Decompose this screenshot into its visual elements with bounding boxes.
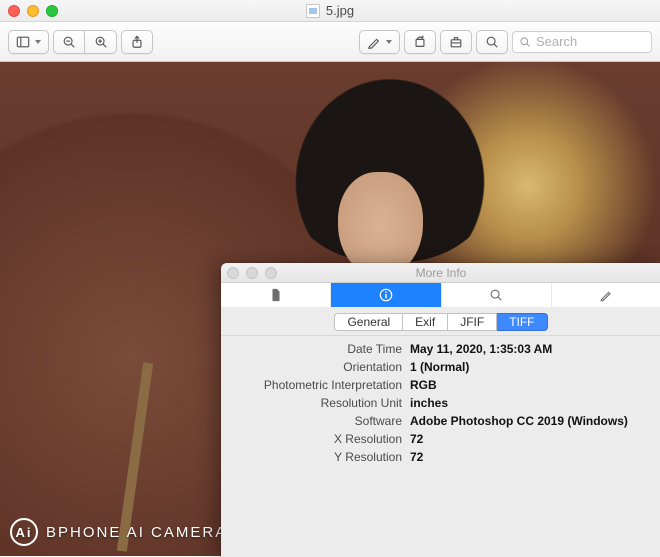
field-value: RGB: [410, 378, 437, 392]
watermark-text: BPHONE AI CAMERA: [46, 524, 227, 541]
share-button[interactable]: [121, 30, 153, 54]
search-button[interactable]: [476, 30, 508, 54]
file-icon: [306, 4, 320, 18]
document-icon: [269, 288, 283, 302]
zoom-buttons: [53, 30, 117, 54]
field-key: Y Resolution: [235, 450, 410, 464]
more-info-panel: More Info General Exif JFIF TIFF: [221, 263, 660, 557]
field-resolution-unit: Resolution Unit inches: [235, 394, 647, 412]
info-content: Date Time May 11, 2020, 1:35:03 AM Orien…: [221, 336, 660, 557]
tab-search[interactable]: [442, 283, 552, 307]
field-value: May 11, 2020, 1:35:03 AM: [410, 342, 552, 356]
info-title: More Info: [221, 266, 660, 280]
field-value: 72: [410, 432, 423, 446]
field-orientation: Orientation 1 (Normal): [235, 358, 647, 376]
toolbox-icon: [449, 35, 463, 49]
search-icon: [485, 35, 499, 49]
zoom-out-icon: [62, 35, 76, 49]
field-value: Adobe Photoshop CC 2019 (Windows): [410, 414, 628, 428]
search-icon: [519, 36, 531, 48]
rotate-icon: [413, 35, 427, 49]
window-title-text: 5.jpg: [326, 3, 354, 18]
sidebar-icon: [16, 35, 30, 49]
rotate-button[interactable]: [404, 30, 436, 54]
watermark: Ai BPHONE AI CAMERA: [10, 518, 227, 546]
tab-exif[interactable]: Exif: [403, 313, 448, 331]
search-input[interactable]: Search: [512, 31, 652, 53]
info-secondary-tabs: General Exif JFIF TIFF: [221, 307, 660, 336]
preview-window: 5.jpg: [0, 0, 660, 556]
zoom-icon[interactable]: [46, 5, 58, 17]
field-key: Photometric Interpretation: [235, 378, 410, 392]
toolbar: Search: [0, 22, 660, 62]
photo-face: [338, 172, 423, 277]
highlight-icon: [367, 35, 381, 49]
traffic-lights: [8, 5, 58, 17]
zoom-in-button[interactable]: [85, 30, 117, 54]
markup-button[interactable]: [359, 30, 400, 54]
close-icon[interactable]: [8, 5, 20, 17]
field-software: Software Adobe Photoshop CC 2019 (Window…: [235, 412, 647, 430]
tab-info[interactable]: [331, 283, 441, 307]
field-key: Software: [235, 414, 410, 428]
titlebar: 5.jpg: [0, 0, 660, 22]
field-value: inches: [410, 396, 448, 410]
zoom-out-button[interactable]: [53, 30, 85, 54]
search-icon: [489, 288, 503, 302]
tab-jfif[interactable]: JFIF: [448, 313, 497, 331]
window-title: 5.jpg: [0, 3, 660, 18]
field-key: X Resolution: [235, 432, 410, 446]
zoom-in-icon: [94, 35, 108, 49]
field-date-time: Date Time May 11, 2020, 1:35:03 AM: [235, 340, 647, 358]
tab-document[interactable]: [221, 283, 331, 307]
field-photometric: Photometric Interpretation RGB: [235, 376, 647, 394]
share-icon: [130, 35, 144, 49]
minimize-icon[interactable]: [27, 5, 39, 17]
tab-general[interactable]: General: [334, 313, 403, 331]
search-placeholder: Search: [536, 34, 577, 49]
field-y-resolution: Y Resolution 72: [235, 448, 647, 466]
info-titlebar: More Info: [221, 263, 660, 283]
tab-annotate[interactable]: [552, 283, 660, 307]
info-icon: [379, 288, 393, 302]
toolbox-button[interactable]: [440, 30, 472, 54]
field-key: Date Time: [235, 342, 410, 356]
field-key: Resolution Unit: [235, 396, 410, 410]
field-value: 72: [410, 450, 423, 464]
field-x-resolution: X Resolution 72: [235, 430, 647, 448]
field-value: 1 (Normal): [410, 360, 469, 374]
watermark-badge: Ai: [10, 518, 38, 546]
tab-tiff[interactable]: TIFF: [497, 313, 547, 331]
field-key: Orientation: [235, 360, 410, 374]
info-primary-tabs: [221, 283, 660, 307]
pencil-icon: [599, 288, 613, 302]
sidebar-button[interactable]: [8, 30, 49, 54]
